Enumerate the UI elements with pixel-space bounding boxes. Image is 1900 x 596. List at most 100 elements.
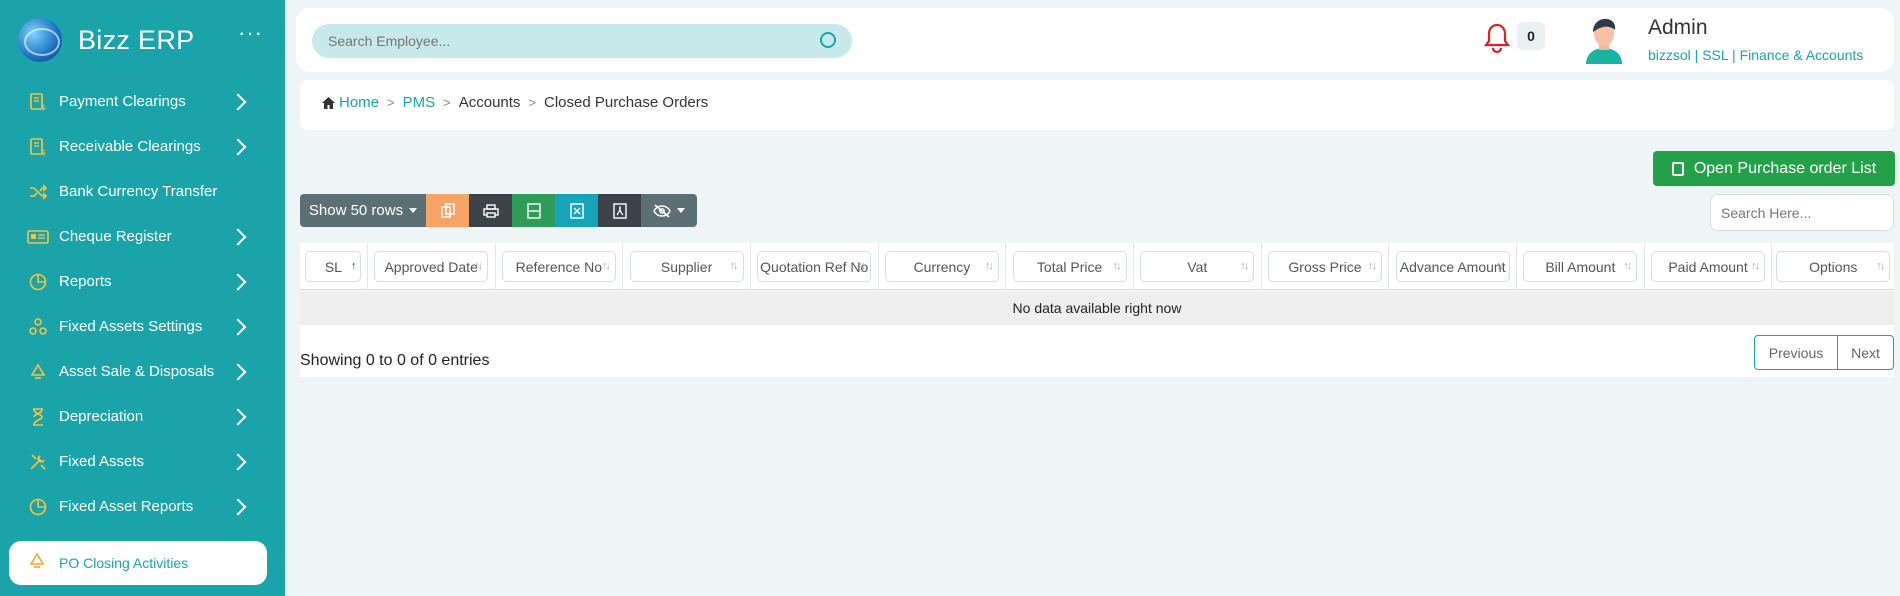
- column-header-box: Supplier ↑↓: [629, 251, 744, 282]
- caret-down-icon: [409, 208, 418, 213]
- chevron-right-icon: [229, 363, 247, 380]
- caret-down-icon: [677, 208, 685, 213]
- sidebar-item-receivable-clearings[interactable]: $ Receivable Clearings: [0, 124, 285, 169]
- sidebar-item-asset-sale-disposals[interactable]: Asset Sale & Disposals: [0, 349, 285, 394]
- sidebar-item-cheque-register[interactable]: Cheque Register: [0, 214, 285, 259]
- sidebar-item-payment-clearings[interactable]: $ Payment Clearings: [0, 79, 285, 124]
- column-label: Supplier: [660, 258, 713, 275]
- csv-button[interactable]: [512, 194, 555, 227]
- column-header-supplier[interactable]: Supplier ↑↓: [623, 243, 751, 290]
- chevron-right-icon: [229, 138, 247, 155]
- avatar[interactable]: [1582, 16, 1626, 64]
- brand[interactable]: Bizz ERP: [18, 18, 194, 62]
- column-header-approved-date[interactable]: Approved Date ↑↓: [368, 243, 496, 290]
- user-name[interactable]: Admin: [1648, 16, 1708, 40]
- breadcrumb-bar: Home > PMS > Accounts > Closed Purchase …: [300, 80, 1894, 130]
- column-header-sl[interactable]: SL ↑: [300, 243, 368, 290]
- sidebar-item-fixed-assets-settings[interactable]: Fixed Assets Settings: [0, 304, 285, 349]
- column-label: Options: [1809, 258, 1858, 275]
- employee-search: [312, 24, 852, 58]
- open-po-label: Open Purchase order List: [1693, 159, 1877, 177]
- column-header-bill-amount[interactable]: Bill Amount ↑↓: [1517, 243, 1645, 290]
- empty-table-row: No data available right now: [300, 291, 1894, 325]
- column-header-vat[interactable]: Vat ↑↓: [1134, 243, 1262, 290]
- recycle-icon: [27, 361, 49, 383]
- chevron-right-icon: [229, 318, 247, 335]
- column-header-box: Paid Amount ↑↓: [1651, 251, 1766, 282]
- sort-icon: ↑↓: [729, 260, 739, 272]
- sort-icon: ↑: [350, 260, 356, 272]
- sidebar-item-label: Receivable Clearings: [59, 138, 201, 155]
- table-search-input[interactable]: [1721, 204, 1881, 221]
- sidebar-item-reports[interactable]: Reports: [0, 259, 285, 304]
- column-header-box: Gross Price ↑↓: [1267, 251, 1382, 282]
- column-header-quotation-ref-no[interactable]: Quotation Ref No ↑↓: [751, 243, 879, 290]
- column-header-box: Approved Date ↑↓: [374, 251, 489, 282]
- column-header-gross-price[interactable]: Gross Price ↑↓: [1262, 243, 1390, 290]
- sidebar-item-fixed-assets[interactable]: Fixed Assets: [0, 439, 285, 484]
- print-icon: [482, 203, 499, 218]
- column-header-box: Advance Amount ↑↓: [1395, 251, 1510, 282]
- breadcrumb-home-label: Home: [339, 94, 380, 111]
- sidebar-item-label: Fixed Assets Settings: [59, 318, 203, 335]
- sidebar-item-fixed-asset-reports[interactable]: Fixed Asset Reports: [0, 484, 285, 529]
- column-label: Approved Date: [384, 258, 478, 275]
- bell-icon[interactable]: [1482, 22, 1512, 56]
- sort-icon: ↑↓: [474, 260, 483, 272]
- pagination: Previous Next: [1754, 335, 1894, 370]
- purchase-orders-table: SL ↑ Approved Date ↑↓ Reference No ↑↓ Suppl…: [300, 243, 1894, 377]
- table-toolbar: Show 50 rows: [300, 194, 697, 227]
- notification-count-badge: 0: [1517, 22, 1545, 50]
- sort-icon: ↑↓: [1240, 260, 1249, 272]
- globe-logo-icon: [18, 18, 62, 62]
- column-header-box: SL ↑: [305, 251, 362, 282]
- column-header-currency[interactable]: Currency ↑↓: [879, 243, 1007, 290]
- employee-search-input[interactable]: [328, 33, 808, 49]
- column-label: Vat: [1187, 258, 1208, 275]
- column-visibility-button[interactable]: [641, 194, 697, 227]
- sidebar-menu: $ Payment Clearings $ Receivable Clearin…: [0, 79, 285, 529]
- column-header-reference-no[interactable]: Reference No ↑↓: [496, 243, 624, 290]
- sidebar-item-depreciation[interactable]: Depreciation: [0, 394, 285, 439]
- sidebar-item-label: Fixed Assets: [59, 453, 145, 470]
- column-header-options[interactable]: Options ↑↓: [1772, 243, 1894, 290]
- brand-name: Bizz ERP: [78, 24, 195, 55]
- column-header-paid-amount[interactable]: Paid Amount ↑↓: [1645, 243, 1773, 290]
- pie-chart-icon: [27, 496, 49, 518]
- column-header-advance-amount[interactable]: Advance Amount ↑↓: [1389, 243, 1518, 290]
- sort-icon: ↑↓: [1751, 260, 1760, 272]
- chevron-right-icon: [229, 273, 247, 290]
- column-header-box: Quotation Ref No ↑↓: [757, 251, 872, 282]
- print-button[interactable]: [469, 194, 512, 227]
- breadcrumb-accounts: Accounts: [458, 94, 521, 111]
- sidebar-item-label: Payment Clearings: [59, 93, 186, 110]
- excel-button[interactable]: [555, 194, 598, 227]
- svg-text:$: $: [41, 148, 46, 157]
- breadcrumb-pms[interactable]: PMS: [403, 94, 436, 111]
- sidebar-item-bank-currency-transfer[interactable]: Bank Currency Transfer: [0, 169, 285, 214]
- sidebar-item-po-closing-activities[interactable]: PO Closing Activities: [9, 541, 267, 585]
- column-header-total-price[interactable]: Total Price ↑↓: [1006, 243, 1134, 290]
- table-header: SL ↑ Approved Date ↑↓ Reference No ↑↓ Suppl…: [300, 243, 1894, 290]
- sort-icon: ↑↓: [1112, 260, 1122, 272]
- sort-icon: ↑↓: [857, 260, 866, 272]
- next-page-button[interactable]: Next: [1838, 335, 1894, 370]
- breadcrumb-home[interactable]: Home: [322, 94, 379, 111]
- ellipsis-icon[interactable]: ···: [238, 22, 263, 44]
- column-label: Advance Amount: [1399, 258, 1506, 275]
- open-purchase-order-list-button[interactable]: Open Purchase order List: [1653, 151, 1895, 186]
- chevron-right-icon: [229, 498, 247, 515]
- breadcrumb: Home > PMS > Accounts > Closed Purchase …: [322, 94, 708, 111]
- eye-slash-icon: [653, 203, 671, 218]
- sort-icon: ↑↓: [984, 260, 994, 272]
- sidebar-item-label: Fixed Asset Reports: [59, 498, 194, 515]
- previous-page-button[interactable]: Previous: [1754, 335, 1838, 370]
- user-organization: bizzsol | SSL | Finance & Accounts: [1648, 47, 1864, 63]
- pdf-button[interactable]: [598, 194, 641, 227]
- column-label: Total Price: [1036, 258, 1103, 275]
- show-rows-dropdown[interactable]: Show 50 rows: [300, 194, 426, 227]
- sort-icon: ↑↓: [1495, 260, 1505, 272]
- column-label: Bill Amount: [1545, 258, 1616, 275]
- copy-button[interactable]: [426, 194, 469, 227]
- user-search-icon[interactable]: [820, 32, 836, 48]
